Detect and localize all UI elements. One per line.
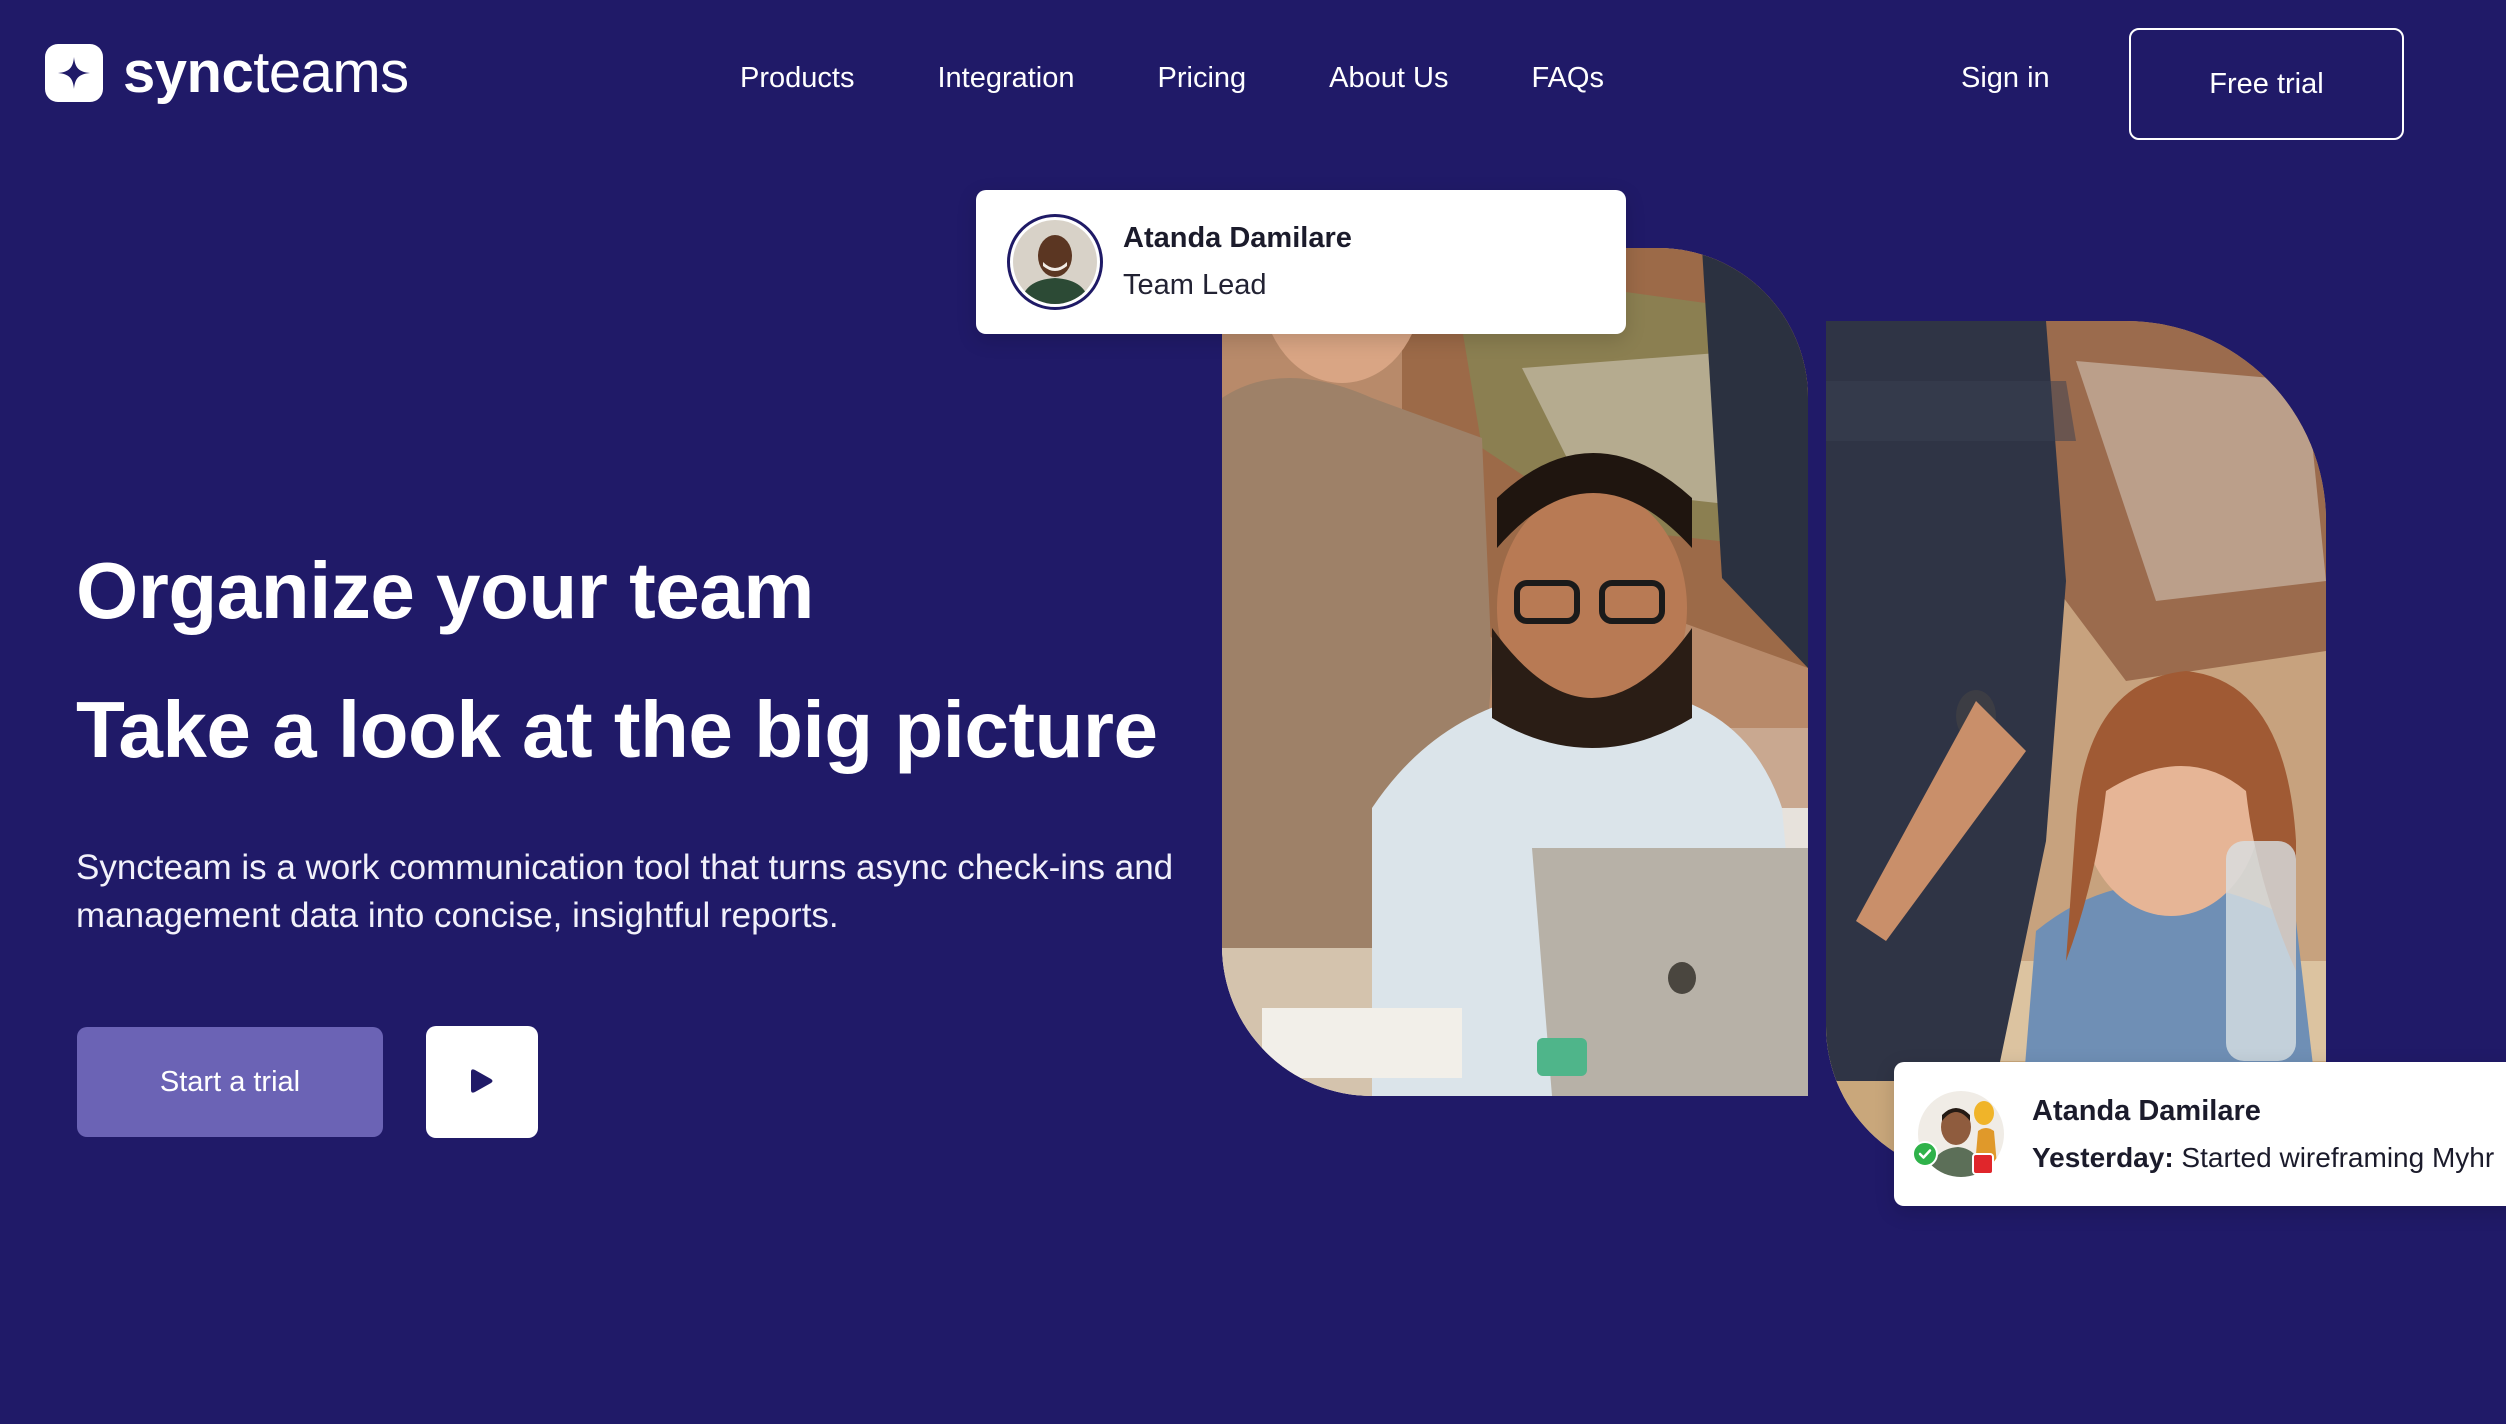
team-lead-card: Atanda Damilare Team Lead	[976, 190, 1626, 334]
play-icon	[469, 1067, 495, 1098]
brand-name: syncteams	[123, 40, 409, 105]
free-trial-button[interactable]: Free trial	[2129, 28, 2404, 140]
nav-products[interactable]: Products	[740, 62, 854, 95]
hero-description: Syncteam is a work communication tool th…	[76, 848, 1174, 935]
sign-in-link[interactable]: Sign in	[1961, 62, 2050, 95]
nav-integration[interactable]: Integration	[937, 62, 1074, 95]
play-video-button[interactable]	[426, 1026, 538, 1138]
brand-logo[interactable]: syncteams	[45, 44, 409, 102]
landing-page: syncteams Products Integration Pricing A…	[0, 0, 2506, 1424]
update-card: Atanda Damilare Yesterday: Started wiref…	[1894, 1062, 2506, 1206]
team-lead-name: Atanda Damilare	[1123, 222, 1352, 254]
nav-faqs[interactable]: FAQs	[1531, 62, 1604, 95]
recording-icon	[1972, 1153, 1994, 1175]
online-check-icon	[1912, 1141, 1938, 1167]
team-lead-role: Team Lead	[1123, 269, 1267, 301]
update-status: Yesterday: Started wireframing Myhr	[2032, 1141, 2495, 1173]
main-nav: Products Integration Pricing About Us FA…	[740, 62, 1604, 95]
avatar	[1007, 214, 1103, 310]
update-author-name: Atanda Damilare	[2032, 1094, 2261, 1127]
team-photo-left	[1222, 248, 1808, 1096]
avatar	[1912, 1091, 2004, 1177]
nav-pricing[interactable]: Pricing	[1158, 62, 1247, 95]
sparkle-icon	[45, 44, 103, 102]
hero-subheadline: Take a look at the big picture	[76, 685, 1158, 774]
start-trial-button[interactable]: Start a trial	[77, 1027, 383, 1137]
hero-headline: Organize your team	[76, 546, 814, 635]
team-photo-right	[1826, 321, 2326, 1176]
nav-about-us[interactable]: About Us	[1329, 62, 1448, 95]
